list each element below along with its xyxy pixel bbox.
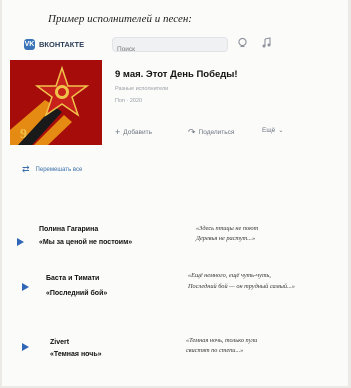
track-title[interactable]: «Последний бой» — [46, 290, 107, 297]
track-artist: Полина Гагарина — [39, 226, 99, 233]
play-icon[interactable] — [22, 343, 29, 351]
track-title[interactable]: «Мы за ценой не постоим» — [39, 239, 132, 246]
track-lyric-line: Деревья не растут...» — [196, 235, 256, 242]
svg-text:9: 9 — [20, 127, 27, 142]
vk-logo-icon[interactable]: VK — [24, 39, 35, 50]
album-title: 9 мая. Этот День Победы! — [115, 69, 238, 80]
shuffle-icon: ⇄ — [22, 164, 30, 174]
track-title[interactable]: «Темная ночь» — [50, 351, 102, 358]
page — [2, 0, 348, 386]
search-box[interactable] — [112, 37, 228, 56]
share-button[interactable]: ↷ Поделиться — [188, 127, 234, 138]
track-lyric-line: Последний бой — он трудный самый...» — [188, 283, 295, 290]
more-label: Ещё — [262, 127, 276, 134]
shuffle-label: Перемешать все — [35, 166, 83, 173]
share-icon: ↷ — [188, 127, 196, 137]
plus-icon: + — [115, 127, 121, 137]
music-note-icon[interactable] — [260, 36, 273, 49]
track-lyric-line: «Ещё немного, ещё чуть-чуть, — [188, 272, 271, 279]
bell-icon[interactable] — [236, 36, 249, 49]
search-input[interactable] — [113, 43, 217, 56]
chevron-down-icon: ⌄ — [278, 128, 284, 134]
share-label: Поделиться — [198, 129, 235, 136]
add-label: Добавить — [123, 128, 152, 136]
victory-order-image: 9 — [10, 60, 102, 145]
play-icon[interactable] — [17, 238, 24, 246]
track-lyric-line: «Здесь птицы не поют — [196, 225, 259, 232]
brand-name[interactable]: ВКОНТАКТЕ — [39, 40, 84, 49]
album-artists[interactable]: Разные исполнители — [115, 86, 168, 92]
track-artist: Баста и Тимати — [46, 275, 100, 282]
album-cover[interactable]: 9 — [10, 60, 102, 145]
add-button[interactable]: + Добавить — [115, 127, 152, 137]
shuffle-all-button[interactable]: ⇄ Перемешать все — [22, 164, 82, 175]
more-button[interactable]: Ещё ⌄ — [262, 127, 283, 134]
track-artist: Zivert — [50, 339, 70, 346]
page-heading: Пример исполнителей и песен: — [48, 13, 192, 25]
track-lyric-line: свистят по степи...» — [186, 347, 244, 354]
play-icon[interactable] — [22, 283, 29, 291]
track-lyric-line: «Темная ночь, только пули — [186, 337, 258, 344]
album-meta: Поп · 2020 — [115, 98, 143, 104]
